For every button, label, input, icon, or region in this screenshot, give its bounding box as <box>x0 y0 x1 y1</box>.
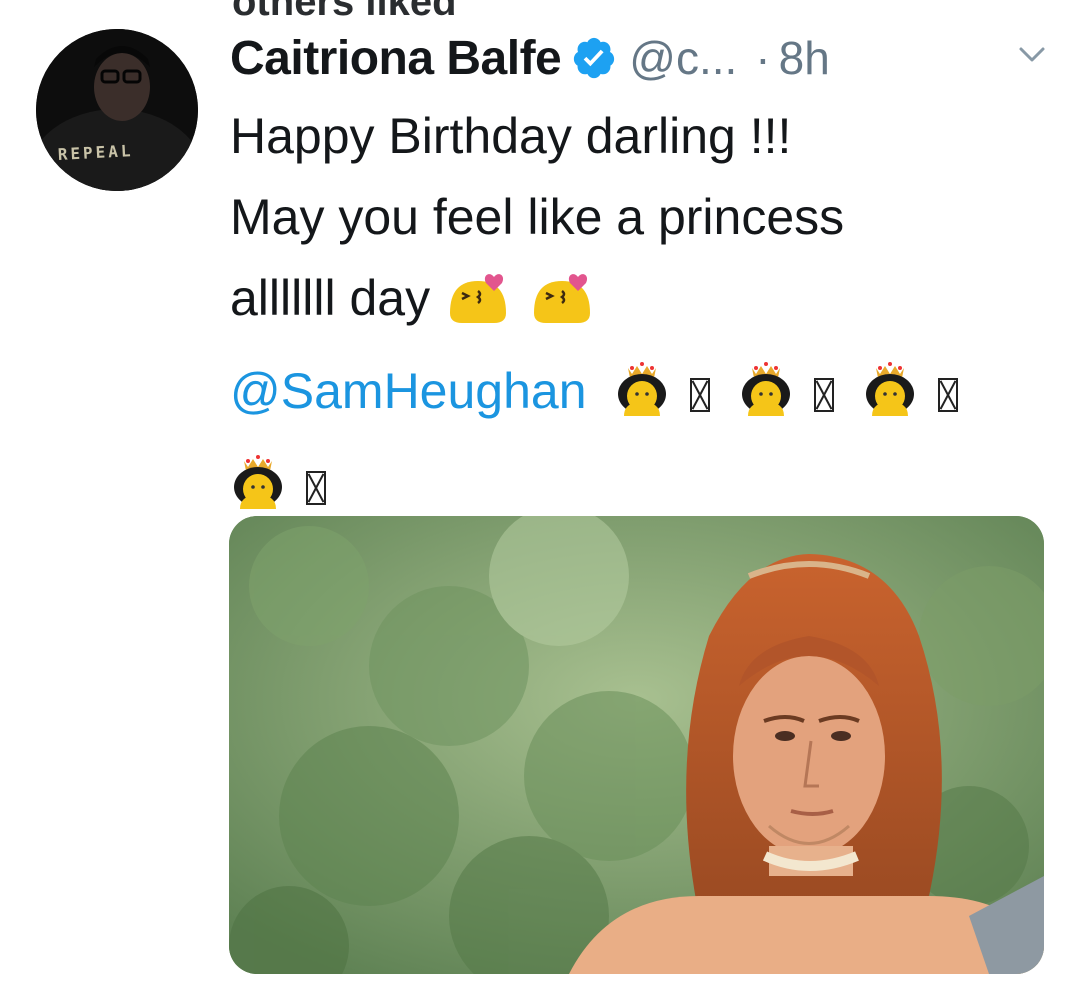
tweet[interactable]: Caitriona Balfe @c... · 8h Happy Birthda… <box>230 22 1050 537</box>
mention-link[interactable]: @SamHeughan <box>230 363 587 419</box>
tweet-header: Caitriona Balfe @c... · 8h <box>230 22 1050 94</box>
tweet-text: Happy Birthday darling !!! May you feel … <box>230 96 1050 537</box>
missing-glyph-box <box>305 471 326 505</box>
verified-badge-icon <box>571 35 617 81</box>
tweet-text-line-3: alllllll day <box>230 258 1050 351</box>
avatar-shirt-text: REPEAL <box>57 141 134 164</box>
kissing-heart-emoji <box>444 267 514 351</box>
separator-dot: · <box>755 32 771 84</box>
tweet-photo[interactable] <box>229 516 1044 974</box>
missing-glyph-box <box>690 378 711 412</box>
tweet-text-line-3-text: alllllll day <box>230 270 431 326</box>
missing-glyph-box <box>814 378 835 412</box>
photo-image <box>229 516 1044 974</box>
avatar[interactable]: REPEAL <box>36 29 198 191</box>
princess-emoji <box>738 358 794 444</box>
tweet-text-line-2: May you feel like a princess <box>230 189 845 245</box>
avatar-image: REPEAL <box>36 29 198 191</box>
timestamp[interactable]: 8h <box>779 31 830 85</box>
author-name[interactable]: Caitriona Balfe <box>230 31 562 86</box>
author-handle[interactable]: @c... <box>629 31 737 85</box>
princess-emoji <box>862 358 918 444</box>
chevron-down-icon[interactable] <box>1018 46 1046 69</box>
tweet-text-line-4: @SamHeughan <box>230 351 1050 444</box>
kissing-heart-emoji <box>528 267 598 351</box>
princess-emoji <box>614 358 670 444</box>
tweet-text-line-1: Happy Birthday darling !!! <box>230 108 792 164</box>
missing-glyph-box <box>937 378 958 412</box>
